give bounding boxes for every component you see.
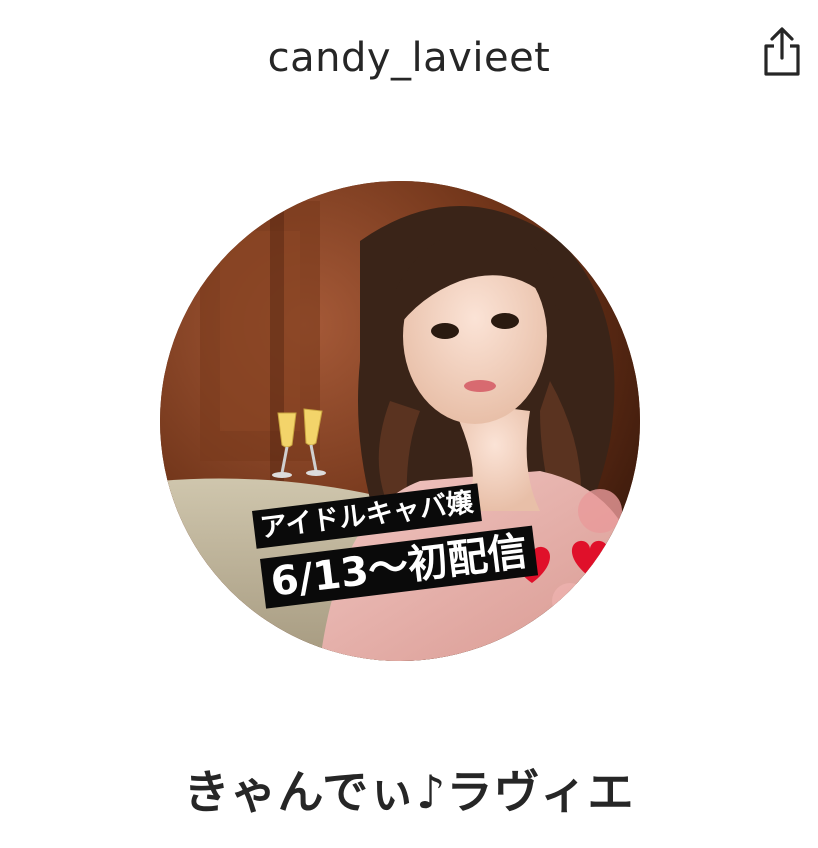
profile-username: candy_lavieet (267, 35, 551, 81)
profile-avatar[interactable]: アイドルキャバ嬢 6/13〜初配信 (160, 181, 640, 661)
share-button[interactable] (754, 24, 810, 84)
share-icon (760, 26, 804, 82)
profile-display-name: きゃんでぃ♪ラヴィエ (183, 765, 635, 819)
